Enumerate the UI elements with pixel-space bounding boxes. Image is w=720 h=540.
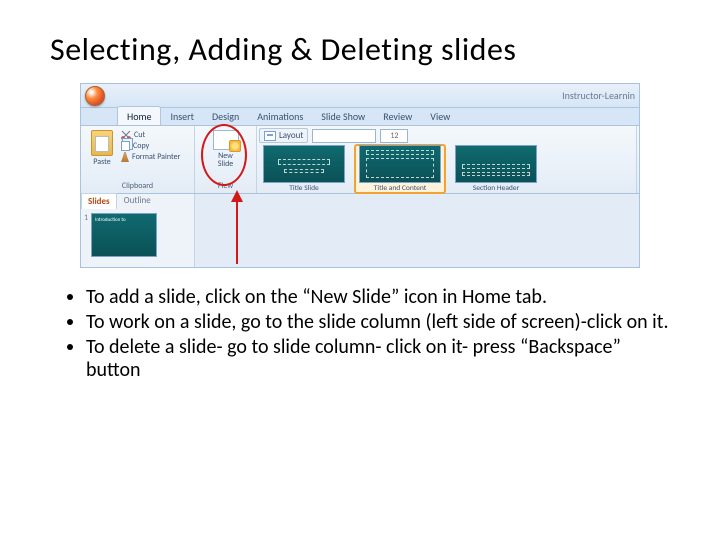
layout-thumb-title-content [359, 145, 441, 183]
clipboard-group: Paste Cut Copy Format Painter [81, 126, 195, 193]
format-painter-label: Format Painter [132, 152, 180, 162]
copy-icon [121, 141, 130, 151]
layout-item-title-slide[interactable]: Title Slide [259, 145, 349, 193]
slides-group-label: Flew [218, 181, 233, 192]
cut-label: Cut [134, 130, 145, 140]
scissors-icon [121, 130, 131, 140]
slide-thumbnail-1[interactable]: 1 Introduction to [81, 209, 194, 261]
instruction-item: To add a slide, click on the “New Slide”… [86, 286, 670, 309]
tab-animations[interactable]: Animations [248, 107, 312, 125]
paste-icon [91, 130, 113, 156]
new-slide-button[interactable]: New Slide [205, 128, 247, 169]
new-slide-icon [213, 130, 239, 150]
paste-button[interactable]: Paste [87, 128, 117, 181]
work-area: Slides Outline 1 Introduction to [81, 194, 639, 267]
layout-thumb-title-slide [263, 145, 345, 183]
layout-icon [264, 131, 276, 141]
layout-item-section-header[interactable]: Section Header [451, 145, 541, 193]
tab-insert[interactable]: Insert [161, 107, 203, 125]
tab-slide-show[interactable]: Slide Show [312, 107, 374, 125]
layout-label-title-slide: Title Slide [289, 184, 319, 193]
clipboard-group-label: Clipboard [87, 181, 188, 192]
ribbon-tab-strip: Home Insert Design Animations Slide Show… [81, 108, 639, 126]
title-bar: Instructor-Learnin [81, 84, 639, 108]
panel-tab-outline[interactable]: Outline [117, 192, 158, 209]
page-title: Selecting, Adding & Deleting slides [50, 30, 670, 69]
office-button-icon[interactable] [85, 86, 105, 106]
slide-panel: Slides Outline 1 Introduction to [81, 194, 195, 267]
tab-home[interactable]: Home [117, 106, 161, 125]
instruction-list: To add a slide, click on the “New Slide”… [50, 286, 670, 382]
layout-button[interactable]: Layout [259, 128, 308, 143]
format-painter-button[interactable]: Format Painter [121, 152, 188, 162]
paste-label: Paste [93, 157, 110, 167]
slides-group: New Slide Flew [195, 126, 257, 193]
annotation-red-arrow [207, 190, 267, 266]
panel-tab-slides[interactable]: Slides [81, 193, 117, 209]
tab-review[interactable]: Review [374, 107, 421, 125]
document-title-fragment: Instructor-Learnin [562, 89, 635, 102]
powerpoint-screenshot: Instructor-Learnin Home Insert Design An… [80, 83, 640, 268]
editing-canvas[interactable] [195, 194, 639, 267]
layout-item-title-content[interactable]: Title and Content [355, 145, 445, 193]
layout-thumb-section-header [455, 145, 537, 183]
brush-icon [121, 152, 129, 162]
ribbon-body: Paste Cut Copy Format Painter [81, 126, 639, 194]
slide-thumbnail-title: Introduction to [95, 217, 126, 223]
copy-button[interactable]: Copy [121, 141, 188, 151]
tab-design[interactable]: Design [203, 107, 248, 125]
font-size-combo[interactable]: 12 [380, 129, 408, 143]
layout-label: Layout [279, 130, 303, 141]
slide-thumbnail-number: 1 [84, 213, 88, 223]
layout-label-title-content: Title and Content [374, 184, 427, 193]
font-family-combo[interactable] [312, 129, 376, 143]
copy-label: Copy [133, 141, 149, 151]
layout-gallery-group: Layout 12 Title Slide [257, 126, 637, 193]
instruction-item: To delete a slide- go to slide column- c… [86, 336, 670, 382]
slide-thumbnail-preview: Introduction to [91, 213, 157, 257]
instruction-item: To work on a slide, go to the slide colu… [86, 311, 670, 334]
new-slide-label: New Slide [218, 152, 234, 169]
tab-view[interactable]: View [421, 107, 459, 125]
layout-label-section-header: Section Header [473, 184, 519, 193]
cut-button[interactable]: Cut [121, 130, 188, 140]
